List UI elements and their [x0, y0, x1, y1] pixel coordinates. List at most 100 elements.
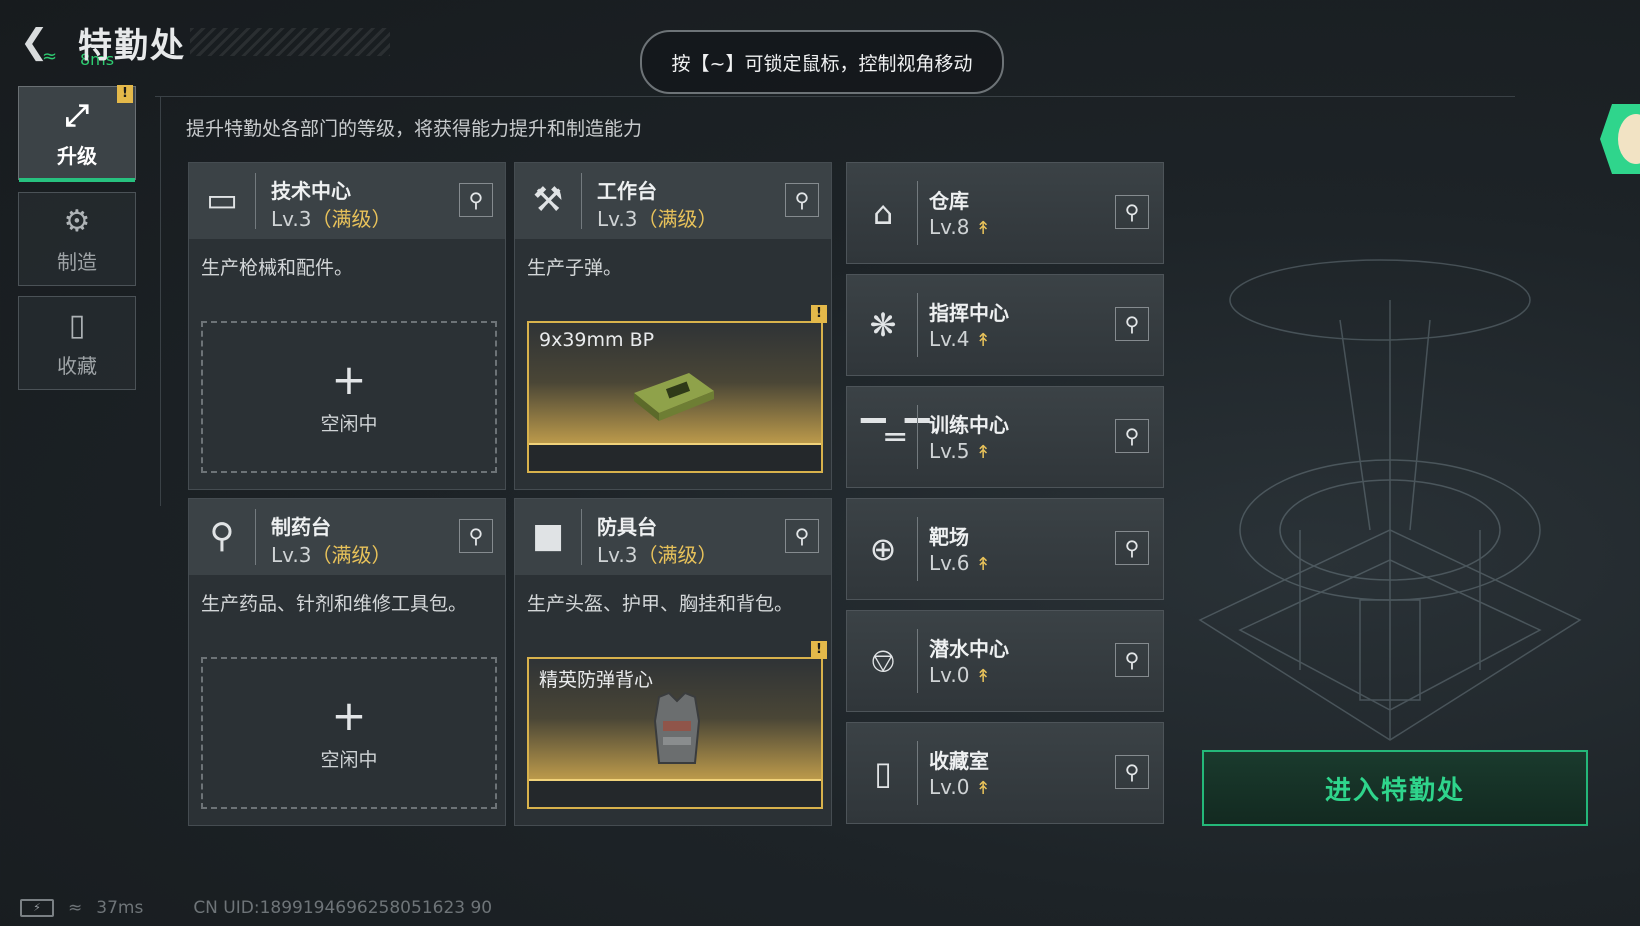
- production-slot[interactable]: + 空闲中: [201, 321, 497, 473]
- level-text: Lv.4: [929, 327, 970, 351]
- gears-icon: ⚙: [63, 203, 91, 239]
- max-level-text: （满级）: [311, 207, 392, 231]
- tech-center-icon: ▭: [205, 180, 239, 220]
- alert-badge: !: [811, 641, 827, 659]
- card-level: Lv.3（满级）: [271, 203, 392, 232]
- upgrade-chevron-icon: ↟: [975, 554, 991, 575]
- search-icon[interactable]: ⚲: [785, 183, 819, 217]
- top-divider: [155, 96, 1515, 97]
- card-description: 生产枪械和配件。: [201, 257, 354, 279]
- row-separator: [917, 181, 918, 245]
- card-pharmacy[interactable]: ⚲ 制药台 Lv.3（满级） ⚲ 生产药品、针剂和维修工具包。 + 空闲中: [188, 498, 506, 826]
- upgrade-chevron-icon: ↟: [975, 442, 991, 463]
- dumbbell-icon: ▔═▔: [861, 418, 930, 456]
- upgrade-icon: ⤢: [65, 97, 89, 133]
- row-separator: [917, 293, 918, 357]
- max-level-text: （满级）: [311, 543, 392, 567]
- hub-wireframe-illustration: [1198, 259, 1582, 741]
- search-icon[interactable]: ⚲: [1115, 307, 1149, 341]
- status-bar: ⚡ ≈ 37ms CN UID:1899194696258051623 90: [20, 898, 492, 918]
- card-level: Lv.3（满级）: [597, 203, 718, 232]
- facility-name: 仓库: [929, 189, 969, 213]
- facility-level: Lv.0 ↟: [929, 775, 991, 799]
- search-icon[interactable]: ⚲: [1115, 419, 1149, 453]
- facility-name: 潜水中心: [929, 637, 1009, 661]
- row-separator: [917, 405, 918, 469]
- row-separator: [917, 517, 918, 581]
- row-separator: [917, 741, 918, 805]
- facility-name: 训练中心: [929, 413, 1009, 437]
- card-separator: [581, 173, 582, 229]
- upgrade-chevron-icon: ↟: [975, 778, 991, 799]
- hint-text: 按【~】可锁定鼠标，控制视角移动: [671, 52, 973, 75]
- tab-craft[interactable]: ⚙ 制造: [18, 192, 136, 286]
- alert-badge: !: [117, 85, 133, 103]
- plus-icon: +: [331, 354, 367, 404]
- tab-upgrade[interactable]: ⤢ 升级 !: [18, 85, 136, 182]
- facility-training-center[interactable]: ▔═▔ 训练中心 Lv.5 ↟ ⚲: [846, 386, 1164, 488]
- warehouse-icon: ⌂: [872, 194, 894, 232]
- mouse-lock-hint: 按【~】可锁定鼠标，控制视角移动: [640, 30, 1004, 94]
- item-name: 9x39mm BP: [539, 329, 655, 351]
- page-title: 特勤处: [78, 26, 186, 66]
- card-armor-bench[interactable]: ■ 防具台 Lv.3（满级） ⚲ 生产头盔、护甲、胸挂和背包。 精英防弹背心 !: [514, 498, 832, 826]
- search-icon[interactable]: ⚲: [459, 519, 493, 553]
- tab-label: 收藏: [57, 353, 97, 378]
- production-slot[interactable]: + 空闲中: [201, 657, 497, 809]
- card-level: Lv.3（满级）: [271, 539, 392, 568]
- section-description: 提升特勤处各部门的等级，将获得能力提升和制造能力: [186, 118, 643, 140]
- facility-level: Lv.0 ↟: [929, 663, 991, 687]
- card-name: 工作台: [597, 179, 657, 203]
- level-text: Lv.5: [929, 439, 970, 463]
- wifi-icon: ≈: [68, 898, 83, 918]
- facility-name: 靶场: [929, 525, 969, 549]
- facility-diving-center[interactable]: ⎊ 潜水中心 Lv.0 ↟ ⚲: [846, 610, 1164, 712]
- search-icon[interactable]: ⚲: [459, 183, 493, 217]
- title-decoration: [190, 28, 390, 56]
- upgrade-chevron-icon: ↟: [975, 330, 991, 351]
- tab-collection[interactable]: ▯ 收藏: [18, 296, 136, 390]
- card-tech-center[interactable]: ▭ 技术中心 Lv.3（满级） ⚲ 生产枪械和配件。 + 空闲中: [188, 162, 506, 490]
- slot-bottom-bar: [529, 443, 821, 471]
- facility-command-center[interactable]: ❋ 指挥中心 Lv.4 ↟ ⚲: [846, 274, 1164, 376]
- search-icon[interactable]: ⚲: [1115, 531, 1149, 565]
- facility-level: Lv.4 ↟: [929, 327, 991, 351]
- facility-level: Lv.8 ↟: [929, 215, 991, 239]
- card-description: 生产头盔、护甲、胸挂和背包。: [527, 593, 794, 615]
- facility-name: 指挥中心: [929, 301, 1009, 325]
- search-icon[interactable]: ⚲: [1115, 195, 1149, 229]
- production-slot-item[interactable]: 9x39mm BP: [527, 321, 823, 473]
- search-icon[interactable]: ⚲: [785, 519, 819, 553]
- item-name: 精英防弹背心: [539, 669, 654, 691]
- wifi-icon: ≈: [42, 46, 58, 67]
- level-text: Lv.3: [271, 543, 312, 567]
- facility-warehouse[interactable]: ⌂ 仓库 Lv.8 ↟ ⚲: [846, 162, 1164, 264]
- command-center-icon: ❋: [869, 306, 897, 344]
- facility-shooting-range[interactable]: ⊕ 靶场 Lv.6 ↟ ⚲: [846, 498, 1164, 600]
- card-name: 技术中心: [271, 179, 351, 203]
- left-divider: [160, 96, 161, 506]
- level-text: Lv.8: [929, 215, 970, 239]
- diving-mask-icon: ⎊: [870, 642, 896, 680]
- battery-icon: ⚡: [20, 899, 54, 917]
- card-workbench[interactable]: ⚒ 工作台 Lv.3（满级） ⚲ 生产子弹。 9x39mm BP !: [514, 162, 832, 490]
- workbench-icon: ⚒: [532, 180, 564, 220]
- facility-level: Lv.6 ↟: [929, 551, 991, 575]
- microscope-icon: ⚲: [209, 516, 235, 556]
- ping-text: 37ms: [96, 898, 144, 918]
- card-separator: [581, 509, 582, 565]
- level-text: Lv.3: [271, 207, 312, 231]
- uid-text: CN UID:1899194696258051623 90: [193, 898, 493, 918]
- search-icon[interactable]: ⚲: [1115, 755, 1149, 789]
- level-text: Lv.3: [597, 207, 638, 231]
- card-name: 制药台: [271, 515, 331, 539]
- level-text: Lv.3: [597, 543, 638, 567]
- level-text: Lv.6: [929, 551, 970, 575]
- facility-collection-room[interactable]: ▯ 收藏室 Lv.0 ↟ ⚲: [846, 722, 1164, 824]
- max-level-text: （满级）: [637, 543, 718, 567]
- production-slot-item[interactable]: 精英防弹背心: [527, 657, 823, 809]
- enter-special-ops-button[interactable]: 进入特勤处: [1202, 750, 1588, 826]
- facility-name: 收藏室: [929, 749, 989, 773]
- search-icon[interactable]: ⚲: [1115, 643, 1149, 677]
- card-description: 生产子弹。: [527, 257, 623, 279]
